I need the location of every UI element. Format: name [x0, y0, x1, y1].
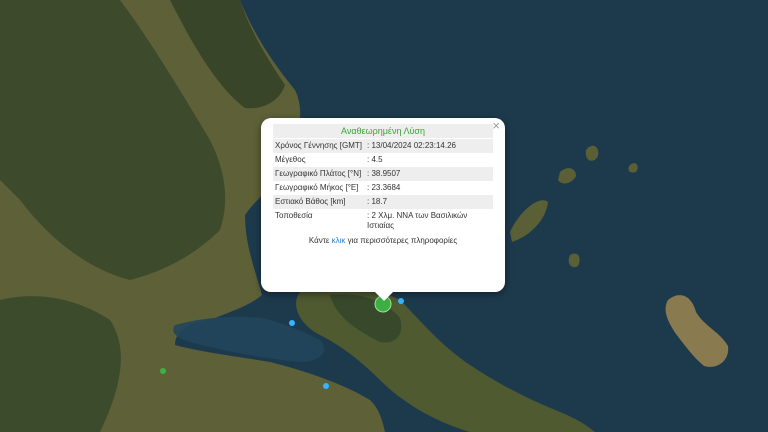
location-label: Τοποθεσία [275, 211, 313, 220]
table-row: Τοποθεσία : 2 Χλμ. ΝΝΑ των Βασιλικών Ιστ… [273, 209, 493, 233]
more-info-suffix: για περισσότερες πληροφορίες [345, 236, 458, 245]
table-row: Εστιακό Βάθος [km] : 18.7 [273, 195, 493, 209]
popup-pointer [375, 292, 393, 301]
latitude-label: Γεωγραφικό Πλάτος [°N] [273, 167, 365, 181]
latitude-value: : 38.9507 [365, 167, 493, 181]
origin-time-label: Χρόνος Γέννησης [GMT] [273, 139, 365, 153]
earthquake-info-popup: × Αναθεωρημένη Λύση Χρόνος Γέννησης [GMT… [261, 118, 505, 301]
magnitude-label: Μέγεθος [275, 155, 306, 164]
older-earthquake-marker[interactable] [160, 368, 166, 374]
island [568, 253, 580, 268]
table-row: Γεωγραφικό Μήκος [°E] : 23.3684 [273, 181, 493, 195]
table-row: Χρόνος Γέννησης [GMT] : 13/04/2024 02:23… [273, 139, 493, 153]
more-info-link[interactable]: κλικ [332, 236, 346, 245]
recent-earthquake-marker[interactable] [289, 320, 295, 326]
more-info-prefix: Κάντε [308, 236, 332, 245]
table-row: Γεωγραφικό Πλάτος [°N] : 38.9507 [273, 167, 493, 181]
table-row: Μέγεθος : 4.5 [273, 153, 493, 167]
depth-label: Εστιακό Βάθος [km] [273, 195, 365, 209]
earthquake-details-table: Χρόνος Γέννησης [GMT] : 13/04/2024 02:23… [273, 139, 493, 233]
more-info-line: Κάντε κλικ για περισσότερες πληροφορίες [273, 236, 493, 245]
depth-value: : 18.7 [365, 195, 493, 209]
location-value: : 2 Χλμ. ΝΝΑ των Βασιλικών Ιστιαίας [367, 211, 468, 230]
origin-time-value: : 13/04/2024 02:23:14.26 [365, 139, 493, 153]
longitude-value: : 23.3684 [367, 183, 401, 192]
popup-title: Αναθεωρημένη Λύση [273, 124, 493, 138]
forest-area [0, 296, 121, 432]
recent-earthquake-marker[interactable] [398, 298, 404, 304]
recent-earthquake-marker[interactable] [323, 383, 329, 389]
longitude-label: Γεωγραφικό Μήκος [°E] [275, 183, 359, 192]
magnitude-value: : 4.5 [367, 155, 383, 164]
close-icon[interactable]: × [492, 119, 500, 133]
